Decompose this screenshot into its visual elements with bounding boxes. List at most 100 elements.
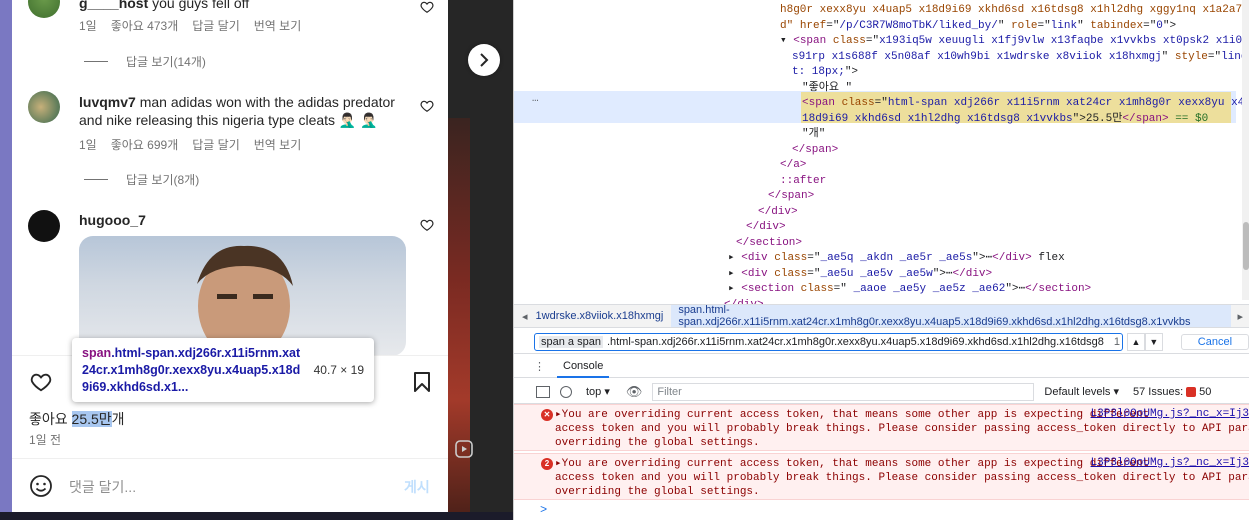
avatar[interactable] bbox=[28, 91, 60, 123]
cancel-button[interactable]: Cancel bbox=[1180, 333, 1249, 350]
issues-count: 50 bbox=[1199, 385, 1212, 398]
chevron-down-icon[interactable]: ▼ bbox=[1144, 332, 1163, 351]
heart-icon[interactable] bbox=[420, 218, 434, 232]
emoji-icon[interactable] bbox=[29, 474, 53, 498]
chevron-right-icon bbox=[480, 53, 489, 67]
comment-likes[interactable]: 좋아요 473개 bbox=[111, 17, 179, 34]
dom-token: ::after bbox=[780, 174, 827, 187]
source-link[interactable]: L3P3l0OoUMg.js?_nc_x=Ij3 bbox=[1091, 408, 1249, 420]
reply-button[interactable]: 답글 달기 bbox=[192, 17, 240, 34]
dom-token: "> bbox=[1072, 112, 1086, 125]
message-line: ▸You are overriding current access token… bbox=[555, 409, 1150, 421]
dom-node-line[interactable]: s91rp x1s688f x5n08af x10wh9bi x1wdrske … bbox=[514, 50, 1249, 65]
source-link[interactable]: L3P3l0OoUMg.js?_nc_x=Ij3 bbox=[1091, 457, 1249, 469]
view-replies-label: 답글 보기(14개) bbox=[126, 55, 206, 69]
dom-token: =" bbox=[1037, 19, 1051, 32]
chevron-up-icon[interactable]: ▲ bbox=[1127, 332, 1145, 351]
breadcrumb-item-active[interactable]: span.html-span.xdj266r.x11i5rnm.xat24cr.… bbox=[671, 304, 1232, 328]
bookmark-icon[interactable] bbox=[413, 371, 431, 393]
dom-token: ⋯ bbox=[945, 267, 953, 280]
likes-count[interactable]: 좋아요 25.5만개 bbox=[29, 409, 125, 429]
comment-username[interactable]: hugooo_7 bbox=[79, 212, 146, 228]
search-input[interactable]: span a span .html-span.xdj266r.x11i5rnm.… bbox=[534, 332, 1124, 351]
breadcrumb-item[interactable]: 1wdrske.x8viiok.x18hxmgj bbox=[536, 310, 672, 322]
comment-time[interactable]: 1일 bbox=[79, 17, 97, 34]
post-button[interactable]: 게시 bbox=[404, 477, 430, 497]
dom-token: 18d9i69 xkhd6sd x1hl2dhg x16tdsg8 x1vvkb… bbox=[802, 112, 1073, 125]
dom-node-line[interactable]: ▸ <section class=" _aaoe _ae5y _ae5z _ae… bbox=[514, 282, 1249, 297]
next-post-button[interactable] bbox=[468, 44, 500, 76]
dom-node-line[interactable]: h8g0r xexx8yu x4uap5 x18d9i69 xkhd6sd x1… bbox=[514, 3, 1249, 18]
heart-icon[interactable] bbox=[420, 0, 434, 14]
dom-node-line[interactable]: </div> bbox=[514, 205, 1249, 220]
view-replies-button[interactable]: 답글 보기(8개) bbox=[84, 171, 199, 188]
divider bbox=[12, 458, 448, 459]
inspector-tooltip: span.html-span.xdj266r.x11i5rnm.xat24cr.… bbox=[72, 338, 374, 402]
divider bbox=[84, 61, 108, 62]
avatar[interactable] bbox=[28, 0, 60, 18]
more-icon[interactable]: ⋮ bbox=[514, 360, 557, 373]
tab-console[interactable]: Console bbox=[557, 356, 610, 378]
view-replies-button[interactable]: 답글 보기(14개) bbox=[84, 53, 206, 70]
comment-input[interactable]: 댓글 달기... bbox=[69, 477, 136, 497]
message-line: access token and you will probably break… bbox=[555, 423, 1249, 435]
dom-node-line[interactable]: </a> bbox=[514, 158, 1249, 173]
post-time[interactable]: 1일 전 bbox=[29, 431, 61, 448]
dom-node-line[interactable]: <span class="html-span xdj266r x11i5rnm … bbox=[514, 96, 1249, 111]
eye-icon[interactable]: 👁 bbox=[626, 384, 643, 400]
comment-username[interactable]: luvqmv7 bbox=[79, 94, 136, 110]
comment-text: man adidas won with the adidas predator bbox=[139, 94, 395, 110]
like-icon[interactable] bbox=[29, 371, 53, 393]
chevron-left-icon[interactable]: ◂ bbox=[514, 310, 536, 323]
dom-token: ▾ bbox=[780, 35, 794, 47]
dom-node-line[interactable]: ::after bbox=[514, 174, 1249, 189]
heart-icon[interactable] bbox=[420, 99, 434, 113]
dom-token: </span> bbox=[1122, 112, 1169, 125]
filter-input[interactable]: Filter bbox=[652, 382, 1035, 401]
levels-dropdown[interactable]: Default levels ▾ bbox=[1044, 385, 1119, 398]
console-error-message[interactable]: 2 ▸You are overriding current access tok… bbox=[514, 453, 1249, 500]
comment-likes[interactable]: 좋아요 699개 bbox=[111, 136, 179, 153]
issues-button[interactable]: 57 Issues: 50 bbox=[1133, 386, 1211, 398]
console-error-message[interactable]: ✕ ▸You are overriding current access tok… bbox=[514, 404, 1249, 451]
reply-button[interactable]: 답글 달기 bbox=[192, 136, 240, 153]
translate-button[interactable]: 번역 보기 bbox=[254, 17, 302, 34]
dom-token: html-span xdj266r x11i5rnm xat24cr x1mh8… bbox=[887, 97, 1249, 109]
translate-button[interactable]: 번역 보기 bbox=[254, 136, 302, 153]
dom-node-line[interactable]: d" href="/p/C3R7W8moTbK/liked_by/" role=… bbox=[514, 19, 1249, 34]
breadcrumb: ◂ 1wdrske.x8viiok.x18hxmgj span.html-spa… bbox=[514, 304, 1249, 328]
dom-token: "개" bbox=[802, 128, 826, 140]
dom-token: </section> bbox=[1025, 283, 1092, 295]
dom-token: </div> bbox=[746, 221, 786, 233]
dom-token: _aaoe _ae5y _ae5z _ae62 bbox=[846, 283, 1006, 295]
dom-token: =" bbox=[833, 283, 847, 295]
comment-time[interactable]: 1일 bbox=[79, 136, 97, 153]
console-prompt[interactable]: > bbox=[540, 503, 547, 517]
dom-node-line[interactable]: "좋아요 " bbox=[514, 81, 1249, 96]
dom-node-line[interactable]: t: 18px;"> bbox=[514, 65, 1249, 80]
sidebar-toggle-icon[interactable] bbox=[536, 385, 550, 398]
dom-token: </a> bbox=[780, 159, 807, 171]
dom-node-line[interactable]: ▸ <div class="_ae5u _ae5v _ae5w">⋯</div> bbox=[514, 267, 1249, 282]
dom-node-line[interactable]: ▾ <span class="x193iq5w xeuugli x1fj9vlw… bbox=[514, 34, 1249, 49]
clear-console-icon[interactable] bbox=[560, 385, 572, 398]
dom-node-line[interactable]: </span> bbox=[514, 189, 1249, 204]
dom-node-line[interactable]: </span> bbox=[514, 143, 1249, 158]
comment-username[interactable]: g____host bbox=[79, 0, 148, 11]
dom-node-line[interactable]: </section> bbox=[514, 236, 1249, 251]
dom-node-line[interactable]: "개" bbox=[514, 127, 1249, 142]
likes-prefix: 좋아요 bbox=[29, 411, 72, 427]
context-selector[interactable]: top ▾ bbox=[586, 385, 610, 398]
dom-token: =" bbox=[807, 267, 821, 280]
dom-node-line[interactable]: ▸ <div class="_ae5q _akdn _ae5r _ae5s">⋯… bbox=[514, 251, 1249, 266]
dom-node-line[interactable]: 18d9i69 xkhd6sd x1hl2dhg x16tdsg8 x1vvkb… bbox=[514, 112, 1249, 127]
message-line: access token and you will probably break… bbox=[555, 472, 1249, 484]
scrollbar-thumb[interactable] bbox=[1243, 222, 1249, 270]
tooltip-tag: span bbox=[82, 346, 112, 360]
tooltip-classes: .html-span.xdj266r.x11i5rnm.xat24cr.x1mh… bbox=[82, 346, 301, 394]
dom-token: <span bbox=[802, 97, 842, 109]
chevron-right-icon[interactable]: ▸ bbox=[1231, 310, 1249, 323]
context-label: top bbox=[586, 386, 602, 398]
dom-node-line[interactable]: </div> bbox=[514, 220, 1249, 235]
avatar[interactable] bbox=[28, 210, 60, 242]
